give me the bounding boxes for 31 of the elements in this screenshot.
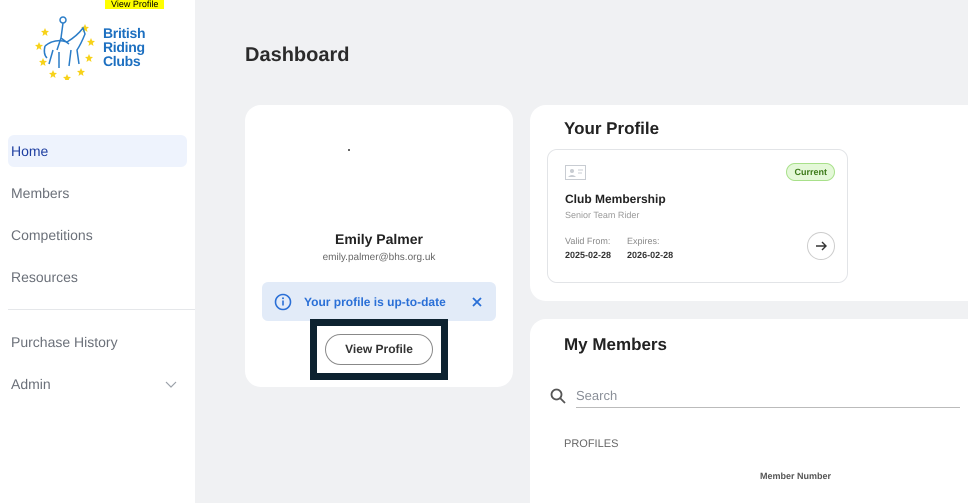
close-icon[interactable] (472, 296, 482, 306)
arrow-right-icon[interactable] (815, 241, 827, 251)
chevron-icon[interactable] (165, 380, 177, 388)
page-title: Dashboard (245, 44, 350, 67)
nav-item[interactable]: Competitions (8, 219, 187, 251)
logo-text: British Riding Clubs (103, 26, 146, 68)
section-title: Your Profile (564, 119, 660, 139)
section-label: PROFILES (564, 438, 620, 450)
date-value: 2026-02-28 (627, 250, 674, 260)
date-label: Valid From: (565, 236, 612, 246)
nav-item[interactable]: Resources (8, 261, 187, 293)
status-badge: Current (786, 163, 835, 181)
arrow-button[interactable] (807, 232, 835, 260)
info-icon (274, 292, 292, 310)
date-label: Expires: (627, 236, 661, 246)
membership-type: Senior Team Rider (565, 210, 640, 220)
nav-item[interactable]: Members (8, 177, 187, 209)
annotation-label: View Profile (105, 0, 164, 9)
nav-item[interactable]: Home (8, 135, 187, 167)
column-header: Member Number (760, 471, 832, 481)
id-card-icon (565, 164, 586, 180)
nav-item[interactable]: Purchase History (8, 326, 187, 358)
section-title: My Members (564, 335, 668, 355)
search-icon (550, 388, 566, 404)
profile-name: Emily Palmer (335, 231, 423, 247)
date-value: 2025-02-28 (565, 250, 612, 260)
notice-text: Your profile is up-to-date (304, 294, 447, 308)
profile-email: emily.palmer@bhs.org.uk (322, 252, 436, 263)
view-profile-button[interactable]: View Profile (325, 334, 433, 365)
nav-item[interactable]: Admin (11, 376, 51, 392)
membership-title: Club Membership (565, 192, 667, 206)
